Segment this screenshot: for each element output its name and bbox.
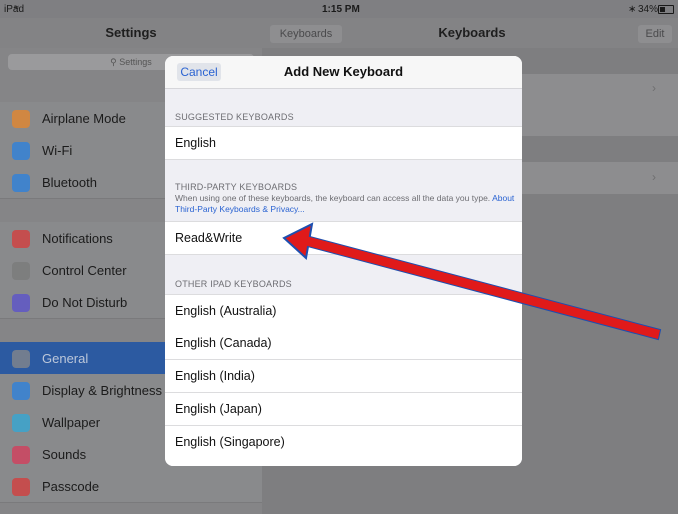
annotation-arrow (282, 222, 662, 341)
